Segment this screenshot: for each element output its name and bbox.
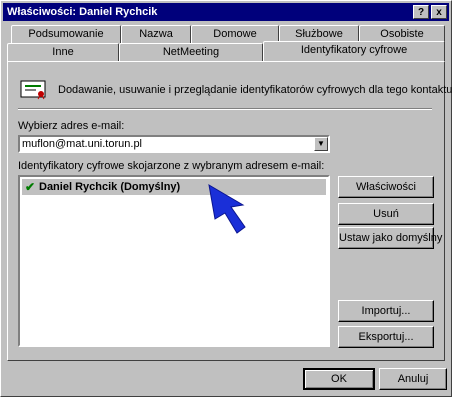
- list-item[interactable]: ✔ Daniel Rychcik (Domyślny): [22, 179, 326, 195]
- help-button[interactable]: ?: [413, 5, 429, 19]
- import-button[interactable]: Importuj...: [338, 300, 434, 322]
- certificate-icon: [20, 80, 46, 100]
- tab-netmeeting[interactable]: NetMeeting: [119, 43, 263, 61]
- remove-button[interactable]: Usuń: [338, 203, 434, 225]
- chevron-down-icon[interactable]: ▼: [314, 137, 328, 151]
- list-item-name: Daniel Rychcik (Domyślny): [39, 181, 181, 193]
- ok-button[interactable]: OK: [303, 368, 375, 390]
- digital-id-list[interactable]: ✔ Daniel Rychcik (Domyślny): [18, 175, 330, 347]
- tab-podsumowanie[interactable]: Podsumowanie: [11, 25, 121, 43]
- cancel-button[interactable]: Anuluj: [379, 368, 447, 390]
- tab-nazwa[interactable]: Nazwa: [121, 25, 191, 43]
- email-select-value: muflon@mat.uni.torun.pl: [22, 138, 143, 150]
- export-button[interactable]: Eksportuj...: [338, 326, 434, 348]
- close-button[interactable]: x: [431, 5, 447, 19]
- tab-identyfikatory-cyfrowe[interactable]: Identyfikatory cyfrowe: [263, 41, 445, 61]
- tab-inne[interactable]: Inne: [7, 43, 119, 61]
- email-label: Wybierz adres e-mail:: [18, 120, 125, 132]
- check-icon: ✔: [25, 180, 36, 194]
- window-title: Właściwości: Daniel Rychcik: [7, 6, 158, 18]
- properties-dialog: Właściwości: Daniel Rychcik ? x Podsumow…: [0, 0, 452, 397]
- description-text: Dodawanie, usuwanie i przeglądanie ident…: [58, 84, 452, 96]
- email-select[interactable]: muflon@mat.uni.torun.pl ▼: [18, 135, 330, 153]
- title-bar[interactable]: Właściwości: Daniel Rychcik ? x: [3, 3, 449, 21]
- set-default-button[interactable]: Ustaw jako domyślny: [338, 227, 442, 249]
- separator: [18, 108, 432, 110]
- ids-label: Identyfikatory cyfrowe skojarzone z wybr…: [18, 160, 325, 172]
- cursor-arrow-icon: [208, 184, 246, 234]
- properties-button[interactable]: Właściwości: [338, 176, 434, 198]
